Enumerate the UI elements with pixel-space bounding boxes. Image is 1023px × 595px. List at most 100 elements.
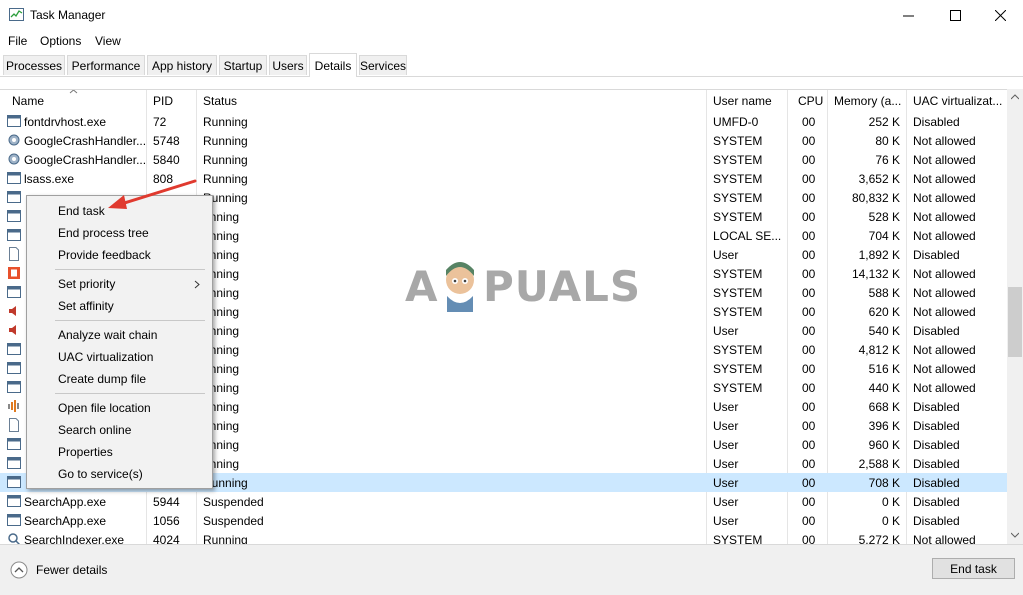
table-header: Name PID Status User name CPU Memory (a.… <box>0 90 1007 112</box>
cell-status: Running <box>203 153 248 167</box>
cell-pid: 1056 <box>153 514 180 528</box>
tab-startup[interactable]: Startup <box>219 55 267 75</box>
menu-view[interactable]: View <box>95 34 121 48</box>
cell-memory: 1,892 K <box>858 248 900 262</box>
tab-app-history[interactable]: App history <box>147 55 217 75</box>
menu-separator <box>55 393 205 394</box>
table-row[interactable]: fontdrvhost.exe 72 Running UMFD-0 00 252 K Dis… <box>0 112 1007 131</box>
header-uac[interactable]: UAC virtualizat... <box>913 94 1002 108</box>
menu-provide-feedback[interactable]: Provide feedback <box>58 248 151 262</box>
cell-uac: Not allowed <box>913 381 976 395</box>
cell-cpu: 00 <box>802 153 816 167</box>
header-pid[interactable]: PID <box>153 94 173 108</box>
window-title: Task Manager <box>30 8 106 22</box>
menu-create-dump-file[interactable]: Create dump file <box>58 372 146 386</box>
menu-end-process-tree[interactable]: End process tree <box>58 226 149 240</box>
cell-user: SYSTEM <box>713 381 763 395</box>
cell-user: SYSTEM <box>713 267 763 281</box>
fewer-details-label: Fewer details <box>36 563 108 577</box>
menu-search-online[interactable]: Search online <box>58 423 131 437</box>
menu-options[interactable]: Options <box>40 34 81 48</box>
cell-cpu: 00 <box>802 438 816 452</box>
cell-status: Running <box>203 115 248 129</box>
cell-cpu: 00 <box>802 476 816 490</box>
cell-status: Suspended <box>203 495 264 509</box>
cell-pid: 5944 <box>153 495 180 509</box>
cell-user: SYSTEM <box>713 153 763 167</box>
table-row[interactable]: SearchApp.exe 1056 Suspended User 00 0 K Disab… <box>0 511 1007 530</box>
cell-uac: Not allowed <box>913 134 976 148</box>
cell-memory: 76 K <box>875 153 900 167</box>
window-icon <box>7 456 21 470</box>
menu-end-task[interactable]: End task <box>58 204 105 218</box>
header-memory[interactable]: Memory (a... <box>834 94 901 108</box>
cell-cpu: 00 <box>802 419 816 433</box>
scroll-up-icon[interactable] <box>1011 94 1019 100</box>
table-row[interactable]: SearchApp.exe 5944 Suspended User 00 0 K Disab… <box>0 492 1007 511</box>
document-icon <box>7 418 21 432</box>
fewer-details-button[interactable]: Fewer details <box>10 561 107 579</box>
header-name[interactable]: Name <box>12 94 44 108</box>
cell-user: User <box>713 514 739 528</box>
cell-user: SYSTEM <box>713 343 763 357</box>
tab-performance[interactable]: Performance <box>67 55 145 75</box>
cell-user: SYSTEM <box>713 305 763 319</box>
document-icon <box>7 247 21 261</box>
end-task-button[interactable]: End task <box>932 558 1015 579</box>
cell-user: User <box>713 457 739 471</box>
cell-user: User <box>713 419 739 433</box>
cell-cpu: 00 <box>802 495 816 509</box>
watermark-puals: PUALS <box>483 262 642 311</box>
cell-pid: 72 <box>153 115 167 129</box>
tab-processes[interactable]: Processes <box>3 55 65 75</box>
cell-memory: 668 K <box>868 400 900 414</box>
maximize-icon <box>949 9 961 21</box>
table-row[interactable]: GoogleCrashHandler... 5840 Running SYSTEM 00… <box>0 150 1007 169</box>
menu-uac-virtualization[interactable]: UAC virtualization <box>58 350 153 364</box>
header-cpu[interactable]: CPU <box>798 94 823 108</box>
cell-user: User <box>713 438 739 452</box>
table-row[interactable]: SearchIndexer.exe 4024 Running SYSTEM 00 5,27… <box>0 530 1007 545</box>
cell-cpu: 00 <box>802 362 816 376</box>
cell-user: SYSTEM <box>713 362 763 376</box>
scrollbar-thumb[interactable] <box>1008 287 1022 357</box>
cell-uac: Not allowed <box>913 210 976 224</box>
cell-cpu: 00 <box>802 191 816 205</box>
vertical-scrollbar[interactable] <box>1007 89 1023 544</box>
menu-properties[interactable]: Properties <box>58 445 113 459</box>
minimize-button[interactable] <box>885 0 931 30</box>
table-row[interactable]: GoogleCrashHandler... 5748 Running SYSTEM 00… <box>0 131 1007 150</box>
sort-ascending-icon <box>69 90 78 94</box>
cell-uac: Disabled <box>913 419 960 433</box>
cell-user: User <box>713 400 739 414</box>
cell-uac: Disabled <box>913 514 960 528</box>
cell-memory: 396 K <box>868 419 900 433</box>
header-status[interactable]: Status <box>203 94 237 108</box>
menu-set-affinity[interactable]: Set affinity <box>58 299 114 313</box>
close-button[interactable] <box>977 0 1023 30</box>
cell-uac: Disabled <box>913 400 960 414</box>
cell-memory: 14,132 K <box>851 267 900 281</box>
cell-memory: 2,588 K <box>858 457 900 471</box>
cell-uac: Not allowed <box>913 153 976 167</box>
cell-user: SYSTEM <box>713 191 763 205</box>
speaker-icon <box>7 323 21 337</box>
cell-uac: Not allowed <box>913 343 976 357</box>
window-icon <box>7 494 21 508</box>
tab-services[interactable]: Services <box>359 55 407 75</box>
maximize-button[interactable] <box>932 0 978 30</box>
menu-set-priority[interactable]: Set priority <box>58 277 115 291</box>
task-manager-icon <box>9 8 24 21</box>
menu-analyze-wait-chain[interactable]: Analyze wait chain <box>58 328 157 342</box>
header-user-name[interactable]: User name <box>713 94 772 108</box>
tab-details[interactable]: Details <box>309 53 357 77</box>
cell-memory: 3,652 K <box>858 172 900 186</box>
scroll-down-icon[interactable] <box>1011 532 1019 538</box>
cell-uac: Disabled <box>913 115 960 129</box>
menu-open-file-location[interactable]: Open file location <box>58 401 151 415</box>
menu-go-to-services[interactable]: Go to service(s) <box>58 467 143 481</box>
cell-name: GoogleCrashHandler... <box>24 153 147 167</box>
cell-memory: 252 K <box>868 115 900 129</box>
menu-file[interactable]: File <box>8 34 27 48</box>
tab-users[interactable]: Users <box>269 55 307 75</box>
